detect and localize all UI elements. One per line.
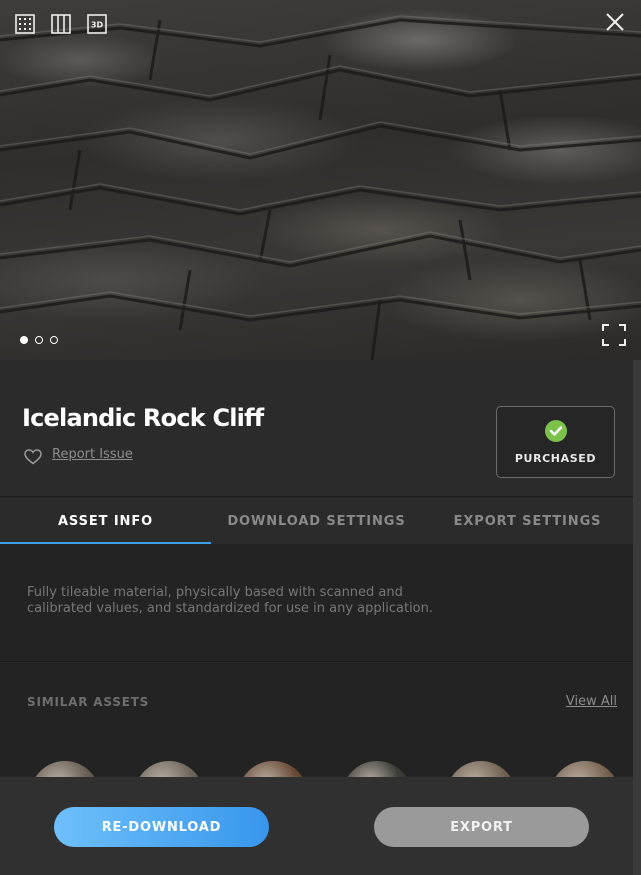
tab-asset-info[interactable]: ASSET INFO	[0, 498, 211, 544]
rock-texture-image	[0, 15, 641, 360]
similar-asset-thumb[interactable]	[446, 761, 516, 777]
similar-assets-title: SIMILAR ASSETS	[27, 695, 150, 709]
scrollbar[interactable]	[633, 360, 641, 875]
3d-label: 3D	[91, 21, 104, 30]
action-footer: RE-DOWNLOAD EXPORT	[0, 777, 633, 875]
similar-assets-list	[30, 761, 620, 777]
carousel-dot-3[interactable]	[50, 336, 58, 344]
3d-view-icon[interactable]: 3D	[86, 13, 108, 35]
report-issue-link[interactable]: Report Issue	[52, 447, 133, 462]
check-circle-icon	[544, 419, 567, 442]
similar-asset-thumb[interactable]	[342, 761, 412, 777]
similar-asset-thumb[interactable]	[238, 761, 308, 777]
similar-asset-thumb[interactable]	[550, 761, 620, 777]
view-all-link[interactable]: View All	[566, 694, 617, 709]
purchased-label: PURCHASED	[514, 451, 597, 465]
asset-preview: 3D	[0, 0, 641, 360]
asset-header: Icelandic Rock Cliff Report Issue PURCHA…	[0, 360, 633, 497]
grid-view-icon[interactable]	[14, 13, 36, 35]
similar-assets-panel: SIMILAR ASSETS View All	[0, 663, 633, 777]
tab-download-settings[interactable]: DOWNLOAD SETTINGS	[211, 498, 422, 544]
asset-title: Icelandic Rock Cliff	[22, 404, 264, 432]
asset-tabs: ASSET INFO DOWNLOAD SETTINGS EXPORT SETT…	[0, 498, 633, 544]
carousel-dots	[20, 336, 58, 344]
columns-view-icon[interactable]	[50, 13, 72, 35]
close-icon[interactable]	[603, 10, 627, 34]
carousel-dot-1[interactable]	[20, 336, 28, 344]
redownload-button[interactable]: RE-DOWNLOAD	[54, 807, 269, 847]
export-button[interactable]: EXPORT	[374, 807, 589, 847]
tab-export-settings[interactable]: EXPORT SETTINGS	[422, 498, 633, 544]
carousel-dot-2[interactable]	[35, 336, 43, 344]
asset-info-panel: Fully tileable material, physically base…	[0, 544, 633, 662]
similar-asset-thumb[interactable]	[30, 761, 100, 777]
purchased-badge: PURCHASED	[496, 406, 615, 478]
similar-asset-thumb[interactable]	[134, 761, 204, 777]
heart-icon[interactable]	[24, 449, 42, 465]
asset-description: Fully tileable material, physically base…	[27, 585, 434, 616]
fullscreen-icon[interactable]	[601, 323, 627, 347]
